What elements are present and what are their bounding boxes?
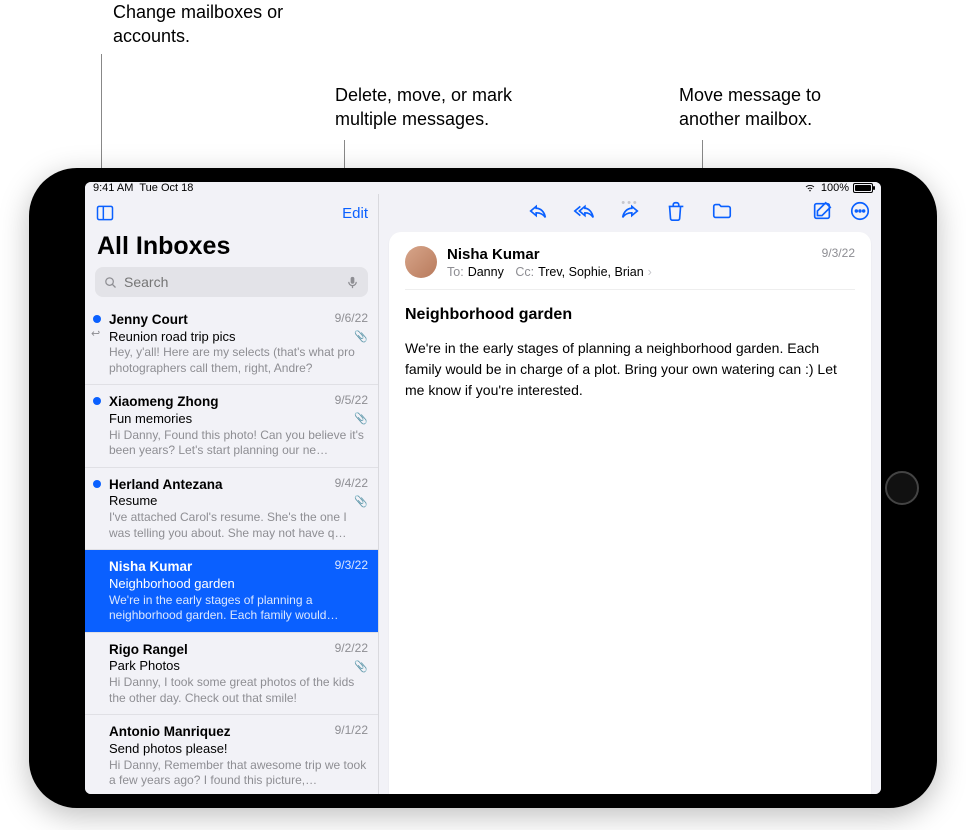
row-sender: Antonio Manriquez (109, 723, 231, 741)
dictate-icon[interactable] (345, 275, 360, 290)
row-subject: Reunion road trip pics (109, 329, 235, 346)
trash-icon[interactable] (665, 200, 687, 227)
reading-pane: ••• (379, 194, 881, 794)
row-subject: Neighborhood garden (109, 576, 235, 593)
quick-reply-icon[interactable] (837, 793, 857, 794)
row-date: 9/5/22 (335, 393, 368, 411)
message-header[interactable]: Nisha Kumar To: Danny Cc: Trev, Sophie, … (405, 246, 855, 290)
battery-icon (853, 183, 873, 193)
message-row[interactable]: Herland Antezana 9/4/22 Resume 📎I've attach… (85, 468, 378, 550)
attachment-icon: 📎 (354, 412, 368, 426)
row-subject: Send photos please! (109, 741, 228, 758)
unread-dot-icon (93, 480, 101, 488)
message-body: We're in the early stages of planning a … (405, 338, 855, 401)
attachment-icon: 📎 (354, 660, 368, 674)
replied-icon: ↩ (91, 327, 100, 341)
attachment-icon: 📎 (354, 330, 368, 344)
status-time: 9:41 AM (93, 182, 133, 194)
status-bar: 9:41 AM Tue Oct 18 100% (85, 182, 881, 194)
row-subject: Resume (109, 493, 157, 510)
message-toolbar: ••• (379, 194, 881, 232)
move-folder-icon[interactable] (711, 200, 733, 227)
row-sender: Nisha Kumar (109, 558, 192, 576)
row-date: 9/2/22 (335, 641, 368, 659)
search-icon (103, 275, 118, 290)
message-row[interactable]: ↩ Jenny Court 9/6/22 Reunion road trip pics… (85, 303, 378, 385)
home-button[interactable] (885, 471, 919, 505)
message-row[interactable]: Nisha Kumar 9/3/22 Neighborhood gardenWe'r… (85, 550, 378, 632)
reply-icon[interactable] (527, 200, 549, 227)
row-sender: Xiaomeng Zhong (109, 393, 219, 411)
battery-percent: 100% (821, 182, 849, 194)
row-date: 9/4/22 (335, 476, 368, 494)
to-value: Danny (468, 265, 504, 279)
message-row[interactable]: Antonio Manriquez 9/1/22 Send photos pleas… (85, 715, 378, 794)
chevron-right-icon[interactable]: › (648, 265, 652, 279)
message-row[interactable]: Rigo Rangel 9/2/22 Park Photos 📎Hi Danny, I… (85, 633, 378, 715)
attachment-icon: 📎 (354, 495, 368, 509)
sidebar-toggle-icon[interactable] (95, 203, 115, 223)
row-preview: Hi Danny, I took some great photos of th… (109, 675, 368, 706)
unread-dot-icon (93, 397, 101, 405)
row-sender: Jenny Court (109, 311, 188, 329)
row-sender: Rigo Rangel (109, 641, 188, 659)
reply-all-icon[interactable] (573, 200, 595, 227)
callout-mailboxes: Change mailboxes or accounts. (113, 0, 283, 49)
row-date: 9/6/22 (335, 311, 368, 329)
row-preview: Hi Danny, Found this photo! Can you beli… (109, 428, 368, 459)
message-list[interactable]: ↩ Jenny Court 9/6/22 Reunion road trip pics… (85, 303, 378, 794)
message-from: Nisha Kumar (447, 246, 812, 263)
cc-label: Cc: (515, 265, 534, 279)
row-preview: I've attached Carol's resume. She's the … (109, 510, 368, 541)
callout-move: Move message to another mailbox. (679, 83, 821, 132)
row-subject: Park Photos (109, 658, 180, 675)
sidebar-title: All Inboxes (85, 232, 378, 267)
status-date: Tue Oct 18 (139, 182, 193, 194)
to-label: To: (447, 265, 464, 279)
row-preview: We're in the early stages of planning a … (109, 593, 368, 624)
row-date: 9/3/22 (335, 558, 368, 576)
message-date: 9/3/22 (822, 246, 855, 279)
more-icon[interactable] (849, 200, 871, 227)
message-card: Nisha Kumar To: Danny Cc: Trev, Sophie, … (389, 232, 871, 794)
row-date: 9/1/22 (335, 723, 368, 741)
search-bar[interactable] (95, 267, 368, 297)
callout-edit: Delete, move, or mark multiple messages. (335, 83, 512, 132)
avatar[interactable] (405, 246, 437, 278)
row-subject: Fun memories (109, 411, 192, 428)
row-sender: Herland Antezana (109, 476, 223, 494)
row-preview: Hi Danny, Remember that awesome trip we … (109, 758, 368, 789)
grabber-icon[interactable]: ••• (621, 197, 639, 209)
screen: 9:41 AM Tue Oct 18 100% Edit All Inboxes (85, 182, 881, 794)
message-subject: Neighborhood garden (405, 306, 855, 324)
mailbox-sidebar: Edit All Inboxes ↩ Jenny Court 9/6/22 Reuni… (85, 194, 379, 794)
row-preview: Hey, y'all! Here are my selects (that's … (109, 345, 368, 376)
compose-icon[interactable] (811, 200, 833, 227)
cc-value: Trev, Sophie, Brian (538, 265, 644, 279)
message-row[interactable]: Xiaomeng Zhong 9/5/22 Fun memories 📎 Hi Dann… (85, 385, 378, 467)
unread-dot-icon (93, 315, 101, 323)
ipad-frame: 9:41 AM Tue Oct 18 100% Edit All Inboxes (29, 168, 937, 808)
wifi-icon (803, 183, 817, 193)
search-input[interactable] (124, 274, 339, 290)
edit-button[interactable]: Edit (342, 205, 368, 222)
